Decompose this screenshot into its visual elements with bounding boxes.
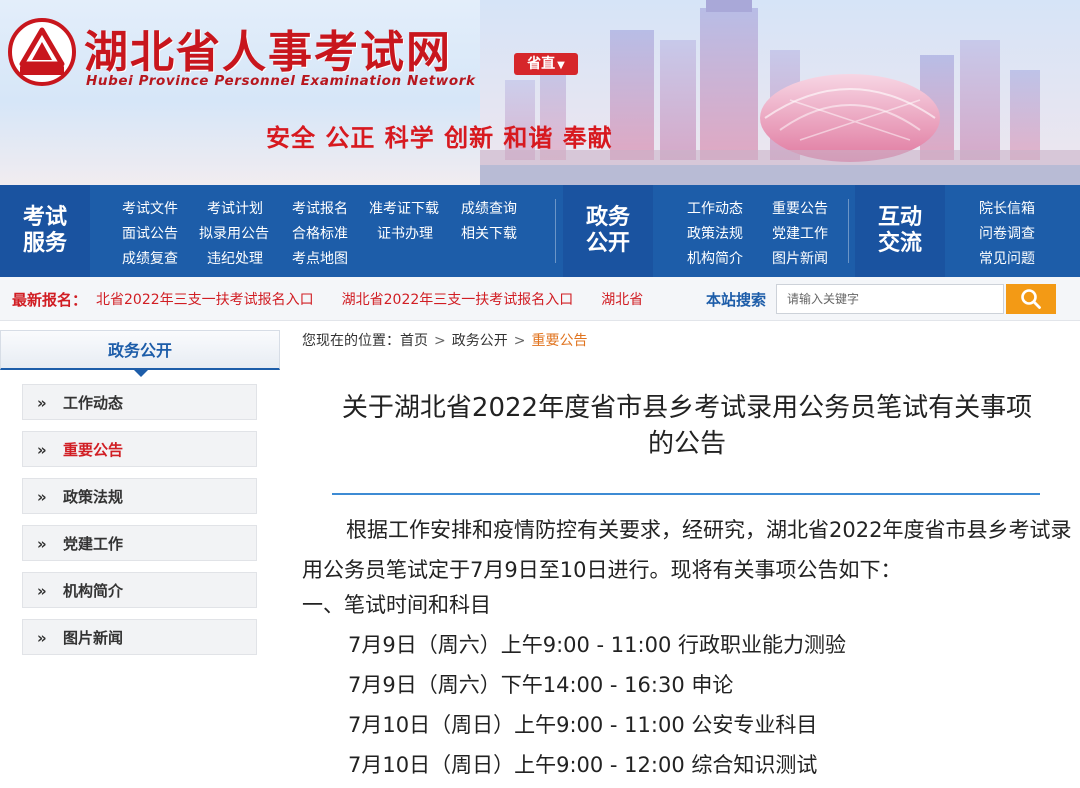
- breadcrumb-item-home[interactable]: 首页: [400, 333, 428, 349]
- sidebar-item-policies[interactable]: » 政策法规: [22, 478, 257, 514]
- nav-category-line: 服务: [22, 231, 67, 256]
- nav-link[interactable]: 相关下载: [461, 222, 517, 247]
- ticker-marquee: 北省2022年三支一扶考试报名入口 湖北省2022年三支一扶考试报名入口 湖北省: [96, 289, 659, 311]
- nav-link[interactable]: 院长信箱: [979, 197, 1035, 222]
- search-icon: [1021, 289, 1041, 309]
- ticker-item[interactable]: 北省2022年三支一扶考试报名入口: [96, 292, 314, 308]
- sidebar-item-label: 重要公告: [63, 441, 124, 459]
- sidebar-item-label: 图片新闻: [63, 629, 124, 647]
- schedule-line: 7月10日（周日）上午9:00 - 11:00 公安专业科目: [348, 713, 818, 737]
- ticker-label: 最新报名：: [12, 291, 88, 309]
- double-chevron-right-icon: »: [37, 535, 47, 553]
- schedule-line: 7月10日（周日）上午9:00 - 12:00 综合知识测试: [348, 753, 818, 777]
- breadcrumb-separator: >: [513, 333, 526, 349]
- nav-link[interactable]: 图片新闻: [772, 247, 828, 272]
- hbpta-logo-icon: [8, 18, 76, 86]
- sidebar-item-important-notices[interactable]: » 重要公告: [22, 431, 257, 467]
- article-title: 关于湖北省2022年度省市县乡考试录用公务员笔试有关事项 的公告: [302, 390, 1072, 462]
- nav-link[interactable]: 考试文件: [122, 197, 207, 222]
- nav-link[interactable]: 考点地图: [292, 247, 348, 272]
- schedule-line: 7月9日（周六）上午9:00 - 11:00 行政职业能力测验: [348, 633, 846, 657]
- nav-category-line: 考试: [22, 205, 67, 230]
- sidebar-header: 政务公开: [0, 330, 280, 377]
- search-input[interactable]: [776, 284, 1004, 314]
- double-chevron-right-icon: »: [37, 441, 47, 459]
- nav-link[interactable]: 重要公告: [772, 197, 828, 222]
- nav-category-line: 互动: [877, 205, 922, 230]
- sidebar-item-organization[interactable]: » 机构简介: [22, 572, 257, 608]
- nav-link[interactable]: 准考证下载: [369, 197, 461, 222]
- nav-links-exam-service: 考试文件 考试计划 考试报名 准考证下载 成绩查询 面试公告 拟录用公告 合格标…: [122, 197, 517, 272]
- nav-link[interactable]: 党建工作: [772, 222, 828, 247]
- nav-category-exam-service: 考试 服务: [0, 185, 90, 277]
- nav-link[interactable]: 证书办理: [377, 222, 461, 247]
- site-title: 湖北省人事考试网: [84, 27, 452, 78]
- sidebar-title: 政务公开: [107, 341, 172, 360]
- search-label: 本站搜索: [706, 291, 767, 309]
- nav-divider: [555, 199, 556, 263]
- nav-link[interactable]: 常见问题: [979, 247, 1035, 272]
- nav-link[interactable]: 面试公告: [122, 222, 199, 247]
- nav-link[interactable]: 违纪处理: [207, 247, 292, 272]
- nav-link[interactable]: 考试报名: [292, 197, 369, 222]
- title-divider: [332, 493, 1040, 495]
- nav-link[interactable]: 政策法规: [687, 222, 772, 247]
- ticker-item[interactable]: 湖北省2022年三支一扶考试报名入口: [342, 292, 574, 308]
- ticker-item[interactable]: 湖北省: [601, 292, 643, 308]
- nav-divider: [848, 199, 849, 263]
- sidebar-item-label: 工作动态: [63, 394, 124, 412]
- breadcrumb-prefix: 您现在的位置：: [302, 333, 400, 349]
- double-chevron-right-icon: »: [37, 629, 47, 647]
- nav-link[interactable]: 考试计划: [207, 197, 292, 222]
- double-chevron-right-icon: »: [37, 488, 47, 506]
- nav-category-interaction: 互动 交流: [855, 185, 945, 277]
- sidebar-item-work-news[interactable]: » 工作动态: [22, 384, 257, 420]
- main-nav: 考试 服务 考试文件 考试计划 考试报名 准考证下载 成绩查询 面试公告 拟录用…: [0, 185, 1080, 277]
- caret-down-icon: ▼: [557, 60, 565, 71]
- sidebar-item-label: 党建工作: [63, 535, 124, 553]
- breadcrumb: 您现在的位置：首页 > 政务公开 > 重要公告: [302, 330, 587, 350]
- ticker-search-bar: 最新报名： 北省2022年三支一扶考试报名入口 湖北省2022年三支一扶考试报名入…: [0, 277, 1080, 321]
- sidebar-notch: [133, 369, 149, 377]
- double-chevron-right-icon: »: [37, 394, 47, 412]
- article-title-line: 的公告: [647, 429, 726, 459]
- nav-links-interaction: 院长信箱 问卷调查 常见问题: [979, 197, 1035, 272]
- nav-links-government-affairs: 工作动态 重要公告 政策法规 党建工作 机构简介 图片新闻: [687, 197, 828, 272]
- site-subtitle: Hubei Province Personnel Examination Net…: [86, 73, 476, 89]
- nav-link[interactable]: 成绩查询: [461, 197, 517, 222]
- schedule-line: 7月9日（周六）下午14:00 - 16:30 申论: [348, 673, 734, 697]
- nav-category-line: 交流: [877, 231, 922, 256]
- nav-category-line: 公开: [585, 231, 630, 256]
- sidebar-item-label: 机构简介: [63, 582, 124, 600]
- sidebar-item-photo-news[interactable]: » 图片新闻: [22, 619, 257, 655]
- search-button[interactable]: [1006, 284, 1056, 314]
- nav-link[interactable]: 拟录用公告: [199, 222, 292, 247]
- province-switch-button[interactable]: 省直 ▼: [514, 53, 578, 75]
- nav-link[interactable]: 机构简介: [687, 247, 772, 272]
- sidebar-item-label: 政策法规: [63, 488, 124, 506]
- breadcrumb-separator: >: [434, 333, 446, 349]
- site-banner: 湖北省人事考试网 Hubei Province Personnel Examin…: [0, 0, 1080, 185]
- article-title-line: 关于湖北省2022年度省市县乡考试录用公务员笔试有关事项: [341, 393, 1033, 423]
- province-switch-label: 省直: [527, 56, 556, 72]
- nav-link[interactable]: 合格标准: [292, 222, 377, 247]
- article-section-heading: 一、笔试时间和科目: [302, 593, 491, 617]
- nav-link[interactable]: 问卷调查: [979, 222, 1035, 247]
- sidebar-item-party-building[interactable]: » 党建工作: [22, 525, 257, 561]
- nav-category-line: 政务: [585, 205, 630, 230]
- article-intro: 根据工作安排和疫情防控有关要求，经研究，湖北省2022年度省市县乡考试录用公务员…: [302, 518, 1072, 582]
- breadcrumb-item-current[interactable]: 重要公告: [531, 333, 587, 349]
- double-chevron-right-icon: »: [37, 582, 47, 600]
- nav-link[interactable]: 工作动态: [687, 197, 772, 222]
- breadcrumb-item-section[interactable]: 政务公开: [452, 333, 508, 349]
- nav-link[interactable]: 成绩复查: [122, 247, 207, 272]
- nav-category-government-affairs: 政务 公开: [563, 185, 653, 277]
- city-skyline-illustration: [480, 0, 1080, 185]
- slogan: 安全 公正 科学 创新 和谐 奉献: [266, 124, 613, 152]
